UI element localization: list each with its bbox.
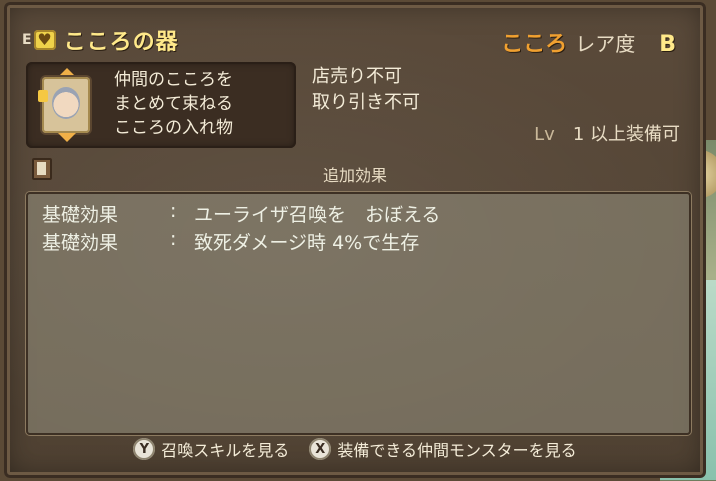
description-box: 仲間のこころを まとめて束ねる こころの入れ物 <box>26 62 296 148</box>
item-detail-panel: E ♥ こころの器 こころ レア度 B 仲間のこころを まとめて束ねる こころの… <box>4 2 706 478</box>
summon-skill-hint[interactable]: Y 召喚スキルを見る <box>133 437 289 461</box>
rarity-info: こころ レア度 B <box>501 26 676 58</box>
footer-hints: Y 召喚スキルを見る X 装備できる仲間モンスターを見る <box>4 437 706 461</box>
title-row: E ♥ こころの器 <box>22 26 179 55</box>
trade-restriction: 取り引き不可 <box>312 92 420 113</box>
level-value: 1 以上装備可 <box>572 124 680 145</box>
lock-icon <box>38 90 48 102</box>
equippable-monsters-hint[interactable]: X 装備できる仲間モンスターを見る <box>309 437 577 461</box>
y-button-icon: Y <box>133 438 156 460</box>
description-line: 仲間のこころを <box>114 70 233 90</box>
effect-category: 基礎効果 <box>42 204 119 226</box>
effects-header: 追加効果 <box>322 166 387 185</box>
monster-portrait <box>42 77 90 133</box>
arrow-down-icon[interactable] <box>58 133 76 142</box>
rarity-grade: B <box>659 32 676 57</box>
effect-text: ユーライザ召喚を おぼえる <box>194 204 441 226</box>
item-name: こころの器 <box>63 30 179 55</box>
rarity-type: こころ <box>501 32 568 57</box>
item-description: 仲間のこころを まとめて束ねる こころの入れ物 <box>114 68 233 140</box>
description-line: まとめて束ねる <box>114 94 233 114</box>
effect-category: 基礎効果 <box>42 232 119 254</box>
effect-row: 基礎効果 : 致死ダメージ時 4%で生存 <box>42 228 419 255</box>
shop-restriction: 店売り不可 <box>312 66 402 87</box>
restrictions: 店売り不可 取り引き不可 <box>312 64 420 116</box>
summon-skill-label: 召喚スキルを見る <box>161 441 290 460</box>
arrow-up-icon[interactable] <box>58 68 76 77</box>
effect-row: 基礎効果 : ユーライザ召喚を おぼえる <box>42 200 440 227</box>
level-requirement: Lv 1 以上装備可 <box>534 120 680 146</box>
rarity-label: レア度 <box>575 32 636 56</box>
portrait-face <box>52 87 80 119</box>
effect-separator: : <box>170 228 177 250</box>
effect-separator: : <box>170 200 177 222</box>
portrait-selector[interactable] <box>36 68 96 142</box>
heart-icon: ♥ <box>33 30 56 50</box>
equippable-monsters-label: 装備できる仲間モンスターを見る <box>337 441 577 460</box>
equip-marker: E <box>22 32 32 48</box>
level-label: Lv <box>534 124 555 145</box>
effect-text: 致死ダメージ時 4%で生存 <box>194 232 420 254</box>
x-button-icon: X <box>309 438 332 460</box>
effects-box: 基礎効果 : ユーライザ召喚を おぼえる 基礎効果 : 致死ダメージ時 4%で生… <box>26 192 691 435</box>
description-line: こころの入れ物 <box>114 118 233 138</box>
